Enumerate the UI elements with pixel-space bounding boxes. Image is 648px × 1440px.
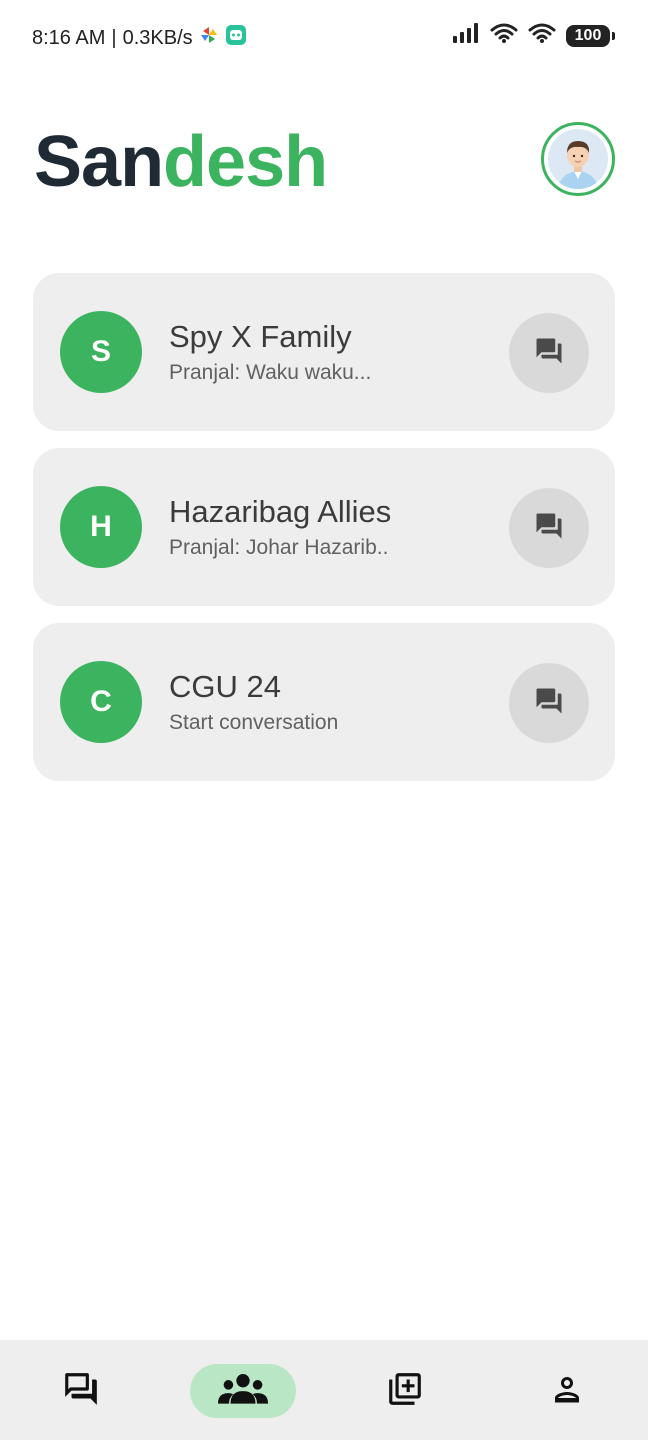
- signal-icon: [452, 22, 480, 49]
- chat-card[interactable]: C CGU 24 Start conversation: [33, 623, 615, 781]
- nav-add[interactable]: [380, 1364, 430, 1418]
- status-time: 8:16 AM: [32, 26, 106, 49]
- chat-bubbles-icon: [534, 686, 564, 721]
- battery-icon: 100: [566, 24, 615, 47]
- chat-avatar: H: [60, 486, 142, 568]
- chats-icon: [62, 1370, 100, 1413]
- open-chat-button[interactable]: [509, 663, 589, 743]
- open-chat-button[interactable]: [509, 313, 589, 393]
- profile-avatar-button[interactable]: [541, 122, 615, 196]
- chat-name: Spy X Family: [169, 319, 352, 354]
- app-title-part-2: desh: [163, 122, 328, 202]
- status-speed: 0.3KB/s: [122, 26, 193, 49]
- chat-preview: Pranjal: Waku waku...: [169, 361, 372, 384]
- pinwheel-icon: [199, 25, 219, 51]
- chat-name: CGU 24: [169, 669, 281, 704]
- avatar: [548, 129, 608, 189]
- chat-avatar: C: [60, 661, 142, 743]
- wifi-icon: [528, 22, 556, 49]
- app-title-part-1: San: [34, 122, 164, 202]
- chat-preview: Start conversation: [169, 711, 339, 734]
- add-icon: [386, 1370, 424, 1413]
- status-bar: 8:16 AM | 0.3KB/s 100: [0, 0, 648, 72]
- status-right: 100: [452, 22, 615, 49]
- app-title: Sandesh: [34, 126, 328, 198]
- chat-list: S Spy X Family Pranjal: Waku waku... H H…: [33, 273, 615, 798]
- chat-name: Hazaribag Allies: [169, 494, 392, 529]
- status-separator: |: [111, 26, 117, 49]
- chat-card[interactable]: H Hazaribag Allies Pranjal: Johar Hazari…: [33, 448, 615, 606]
- groups-icon: [218, 1372, 268, 1411]
- nav-profile[interactable]: [542, 1364, 592, 1418]
- robot-app-icon: [225, 24, 247, 52]
- open-chat-button[interactable]: [509, 488, 589, 568]
- chat-card[interactable]: S Spy X Family Pranjal: Waku waku...: [33, 273, 615, 431]
- chat-bubbles-icon: [534, 336, 564, 371]
- nav-groups[interactable]: [190, 1364, 296, 1418]
- wifi-icon: [490, 22, 518, 49]
- status-left: 8:16 AM | 0.3KB/s: [32, 24, 247, 52]
- chat-preview: Pranjal: Johar Hazarib..: [169, 536, 389, 559]
- nav-chats[interactable]: [56, 1364, 106, 1418]
- chat-avatar: S: [60, 311, 142, 393]
- bottom-nav: [0, 1340, 648, 1440]
- chat-bubbles-icon: [534, 511, 564, 546]
- profile-icon: [549, 1371, 585, 1412]
